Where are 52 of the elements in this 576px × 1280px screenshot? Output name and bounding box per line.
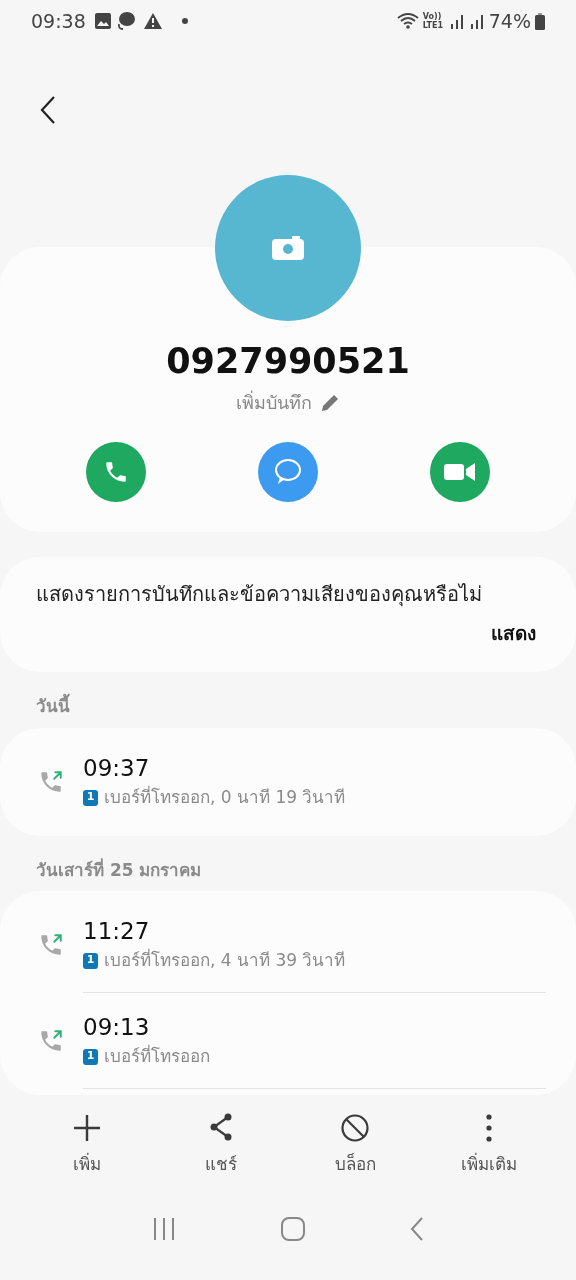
outgoing-call-icon — [38, 932, 64, 958]
network-label: Vo)) LTE1 — [422, 12, 445, 30]
call-time: 11:27 — [83, 916, 151, 946]
outgoing-call-icon — [38, 768, 64, 795]
phone-number: 0927990521 — [166, 340, 410, 383]
call-detail: เบอร์ที่โทรออก, 4 นาที 39 วินาที — [104, 947, 346, 972]
camera-icon — [272, 236, 304, 260]
back-icon — [40, 95, 56, 125]
battery-icon — [535, 12, 545, 30]
back-icon[interactable] — [409, 1217, 424, 1241]
call-detail: เบอร์ที่โทรออก, 0 นาที 19 วินาที — [104, 784, 346, 809]
chat-icon — [115, 11, 136, 31]
toolbar-action[interactable]: เพิ่มเติม — [434, 1113, 544, 1177]
message-button[interactable] — [258, 442, 318, 502]
add-note-button[interactable]: เพิ่มบันทึก — [236, 389, 340, 416]
call-log-item[interactable]: 09:37 1 เบอร์ที่โทรออก, 0 นาที 19 วินาที — [0, 733, 576, 830]
toolbar-action[interactable]: บล็อก — [300, 1113, 410, 1177]
signal-icon — [448, 13, 465, 29]
toolbar-action[interactable]: เพิ่ม — [32, 1113, 142, 1177]
call-button[interactable] — [86, 442, 146, 502]
battery-level: 74% — [488, 8, 531, 34]
plus-icon — [72, 1113, 102, 1143]
phone-icon — [103, 459, 129, 485]
show-button[interactable]: แสดง — [491, 619, 536, 648]
toolbar-action[interactable]: แชร์ — [166, 1113, 276, 1177]
call-log-item[interactable]: 11:27 1 เบอร์ที่โทรออก, 4 นาที 39 วินาที — [0, 897, 576, 993]
video-call-button[interactable] — [430, 442, 490, 502]
chat-bubble-icon — [274, 459, 302, 485]
recent-apps-icon[interactable] — [152, 1218, 177, 1240]
outgoing-call-icon — [38, 1028, 64, 1054]
call-time: 09:13 — [83, 1012, 151, 1042]
signal-icon — [468, 13, 485, 29]
wifi-icon — [396, 12, 419, 30]
date-header: วันนี้ — [0, 672, 576, 728]
image-icon — [93, 12, 112, 30]
call-detail: เบอร์ที่โทรออก — [104, 1043, 210, 1068]
prompt-text: แสดงรายการบันทึกและข้อความเสียงของคุณหรือไม่ — [36, 581, 483, 609]
home-icon[interactable] — [281, 1217, 305, 1241]
warning-icon — [143, 13, 162, 29]
status-time: 09:38 — [31, 8, 86, 34]
share-icon — [208, 1113, 234, 1141]
more-icon — [485, 1113, 493, 1143]
video-camera-icon — [444, 461, 476, 483]
sim-badge: 1 — [83, 1048, 98, 1065]
block-icon — [340, 1113, 370, 1143]
sim-badge: 1 — [83, 789, 98, 806]
call-log-item[interactable]: 09:13 1 เบอร์ที่โทรออก — [0, 993, 576, 1089]
pencil-icon — [320, 392, 340, 413]
call-time: 09:37 — [83, 753, 151, 783]
date-header: วันเสาร์ที่ 25 มกราคม — [35, 857, 203, 882]
sim-badge: 1 — [83, 952, 98, 969]
dot-icon — [181, 18, 188, 24]
